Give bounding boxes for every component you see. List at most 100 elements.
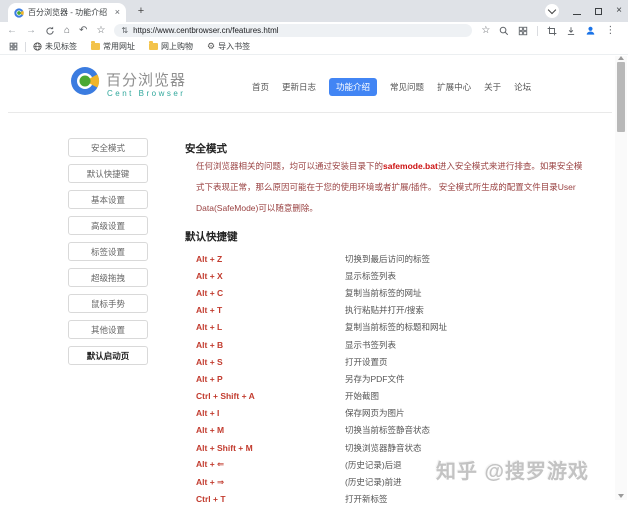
sidebar-item-safe-mode[interactable]: 安全模式	[68, 138, 148, 157]
forward-icon[interactable]: →	[26, 25, 36, 36]
search-icon[interactable]	[499, 26, 509, 36]
shortcut-row: Alt + P 另存为PDF文件	[196, 370, 596, 387]
nav-features[interactable]: 功能介绍	[329, 78, 378, 96]
safe-mode-paragraph: 任何浏览器相关的问题，均可以通过安装目录下的safemode.bat进入安全模式…	[196, 156, 584, 219]
shortcut-key: Alt + B	[196, 339, 224, 350]
sidebar-item-basic-settings[interactable]: 基本设置	[68, 190, 148, 209]
shortcut-row: Ctrl + Shift + A 开始截图	[196, 388, 596, 405]
refresh-icon[interactable]	[45, 26, 55, 36]
safemode-bat-highlight: safemode.bat	[383, 161, 438, 171]
nav-home[interactable]: 首页	[252, 81, 269, 93]
bookmark-label: 未见标签	[45, 42, 77, 51]
shortcut-desc: 复制当前标签的标题和网址	[345, 322, 448, 333]
nav-forum[interactable]: 论坛	[514, 81, 531, 93]
window-minimize-button[interactable]	[573, 13, 582, 15]
shortcut-row: Ctrl + T 打开新标签	[196, 491, 596, 508]
nav-changelog[interactable]: 更新日志	[282, 81, 316, 93]
sidebar-item-mouse-gesture[interactable]: 鼠标手势	[68, 294, 148, 313]
scroll-up-arrow-icon[interactable]	[618, 56, 624, 60]
bookmark-label: 常用网址	[103, 42, 135, 51]
tab-title: 百分浏览器 - 功能介绍	[28, 8, 108, 17]
chevron-down-icon	[547, 5, 557, 15]
nav-about[interactable]: 关于	[484, 81, 501, 93]
cent-browser-logo-icon[interactable]	[70, 66, 100, 96]
sidebar-item-tab-settings[interactable]: 标签设置	[68, 242, 148, 261]
zhihu-watermark: 知乎 @搜罗游戏	[436, 461, 590, 483]
new-tab-button[interactable]: +	[134, 4, 148, 18]
bookmark-item[interactable]: 未见标签	[33, 41, 77, 52]
window-close-button[interactable]: ×	[616, 6, 622, 16]
shortcut-row: Alt + T 执行粘贴并打开/搜索	[196, 302, 596, 319]
globe-icon	[33, 42, 42, 51]
menu-kebab-icon[interactable]: ⋮	[605, 25, 615, 36]
shortcut-key: Alt + Z	[196, 253, 223, 264]
shortcut-desc: (历史记录)前进	[345, 477, 402, 488]
shortcut-desc: 打开新标签	[345, 494, 388, 505]
toolbar-divider	[537, 25, 539, 36]
bookmark-star-icon[interactable]: ☆	[481, 25, 490, 36]
shortcut-desc: 复制当前标签的网址	[345, 287, 422, 298]
shortcut-row: Alt + S 打开设置页	[196, 353, 596, 370]
paragraph-text: 任何浏览器相关的问题，均可以通过安装目录下的	[196, 161, 384, 171]
shortcut-key: Ctrl + Shift + A	[196, 391, 255, 402]
shortcut-key: Alt + L	[196, 322, 223, 333]
tab-search-icon[interactable]	[545, 4, 560, 18]
shortcut-desc: 开始截图	[345, 391, 380, 402]
shortcut-key: Alt + P	[196, 373, 223, 384]
bookmark-folder[interactable]: 网上购物	[149, 41, 193, 52]
apps-grid-icon[interactable]	[518, 26, 528, 36]
shortcut-desc: 打开设置页	[345, 356, 388, 367]
home-icon[interactable]: ⌂	[64, 25, 70, 36]
shortcut-desc: 执行粘贴并打开/搜索	[345, 305, 424, 316]
scroll-down-arrow-icon[interactable]	[618, 494, 624, 498]
tab-close-icon[interactable]: ×	[115, 8, 120, 17]
folder-icon	[91, 41, 100, 50]
browser-tab[interactable]: 百分浏览器 - 功能介绍 ×	[8, 3, 126, 22]
shortcut-row: Alt + X 显示标签列表	[196, 267, 596, 284]
bookmark-folder[interactable]: 常用网址	[91, 41, 135, 52]
profile-avatar-icon[interactable]	[585, 25, 596, 36]
shortcuts-heading: 默认快捷键	[185, 231, 238, 243]
shortcut-key: Alt + X	[196, 270, 223, 281]
url-text[interactable]: https://www.centbrowser.cn/features.html	[133, 26, 278, 35]
sidebar-item-other-settings[interactable]: 其他设置	[68, 320, 148, 339]
bookmarks-grid-icon[interactable]	[9, 42, 18, 51]
shortcut-desc: 显示书签列表	[345, 339, 397, 350]
back-icon[interactable]: ←	[7, 25, 17, 36]
address-bar[interactable]: ⇅ https://www.centbrowser.cn/features.ht…	[114, 24, 473, 37]
shortcut-row: Alt + Z 切换到最后访问的标签	[196, 250, 596, 267]
shortcut-row: Alt + I 保存网页为图片	[196, 405, 596, 422]
shortcut-key: Alt + C	[196, 287, 224, 298]
nav-faq[interactable]: 常见问题	[390, 81, 424, 93]
site-header: 百分浏览器 Cent Browser 首页 更新日志 功能介绍 常见问题 扩展中…	[8, 55, 612, 113]
sidebar-item-default-startup-page[interactable]: 默认启动页	[68, 346, 148, 365]
shortcut-key: Ctrl + T	[196, 494, 226, 505]
site-title: 百分浏览器	[106, 72, 187, 89]
shortcut-key: Alt + ⇐	[196, 459, 225, 470]
shortcut-row: Alt + B 显示书签列表	[196, 336, 596, 353]
sidebar-item-default-shortcuts[interactable]: 默认快捷键	[68, 164, 148, 183]
shortcut-row: Alt + M 切换当前标签静音状态	[196, 422, 596, 439]
scrollbar-thumb[interactable]	[617, 62, 625, 132]
tab-favicon-cent-logo-icon	[14, 7, 24, 18]
window-maximize-button[interactable]	[595, 7, 603, 15]
undo-closed-tab-icon[interactable]: ↶	[79, 25, 87, 36]
favorites-star-icon[interactable]: ☆	[96, 25, 105, 36]
shortcut-key: Alt + S	[196, 356, 223, 367]
shortcut-key: Alt + I	[196, 408, 220, 419]
page-scrollbar[interactable]	[615, 56, 627, 500]
screenshot-crop-icon[interactable]	[547, 26, 557, 36]
gear-icon: ⚙	[207, 41, 216, 51]
site-subtitle: Cent Browser	[107, 89, 186, 98]
shortcut-desc: 保存网页为图片	[345, 408, 405, 419]
import-bookmarks-item[interactable]: ⚙ 导入书签	[207, 41, 250, 52]
shortcut-row: Alt + L 复制当前标签的标题和网址	[196, 319, 596, 336]
sidebar-item-super-drag[interactable]: 超级拖拽	[68, 268, 148, 287]
bookmark-label: 网上购物	[161, 42, 193, 51]
sidebar-item-advanced-settings[interactable]: 高级设置	[68, 216, 148, 235]
features-sidebar: 安全模式 默认快捷键 基本设置 高级设置 标签设置 超级拖拽 鼠标手势 其他设置…	[68, 138, 148, 365]
download-icon[interactable]	[566, 26, 576, 36]
site-settings-tune-icon[interactable]: ⇅	[121, 26, 128, 35]
shortcut-desc: (历史记录)后退	[345, 459, 402, 470]
nav-extensions[interactable]: 扩展中心	[437, 81, 471, 93]
